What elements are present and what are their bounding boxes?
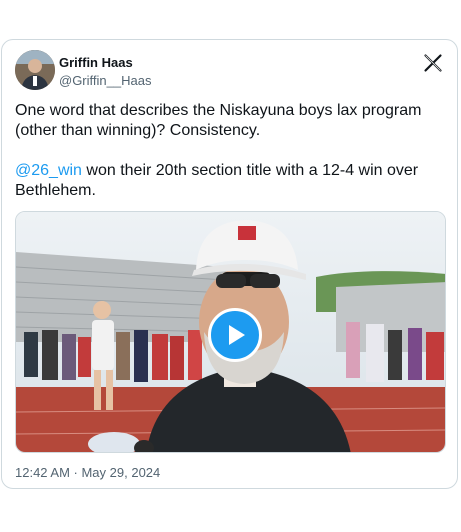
play-icon: [229, 325, 245, 345]
play-button[interactable]: [208, 308, 262, 362]
video-thumbnail[interactable]: [15, 211, 446, 453]
tweet-text: One word that describes the Niskayuna bo…: [15, 101, 445, 201]
author-name[interactable]: Griffin Haas: [59, 55, 133, 70]
tweet-text-paragraph-1: One word that describes the Niskayuna bo…: [15, 102, 422, 139]
tweet-text-paragraph-2: @26_win won their 20th section title wit…: [15, 161, 445, 201]
author-avatar[interactable]: [15, 50, 55, 90]
tweet-card[interactable]: Griffin Haas @Griffin__Haas One word tha…: [1, 39, 458, 489]
author-handle[interactable]: @Griffin__Haas: [59, 73, 151, 88]
mention-link[interactable]: @26_win: [15, 162, 82, 179]
tweet-timestamp[interactable]: 12:42 AM · May 29, 2024: [15, 465, 160, 480]
x-logo-icon[interactable]: [423, 53, 443, 73]
